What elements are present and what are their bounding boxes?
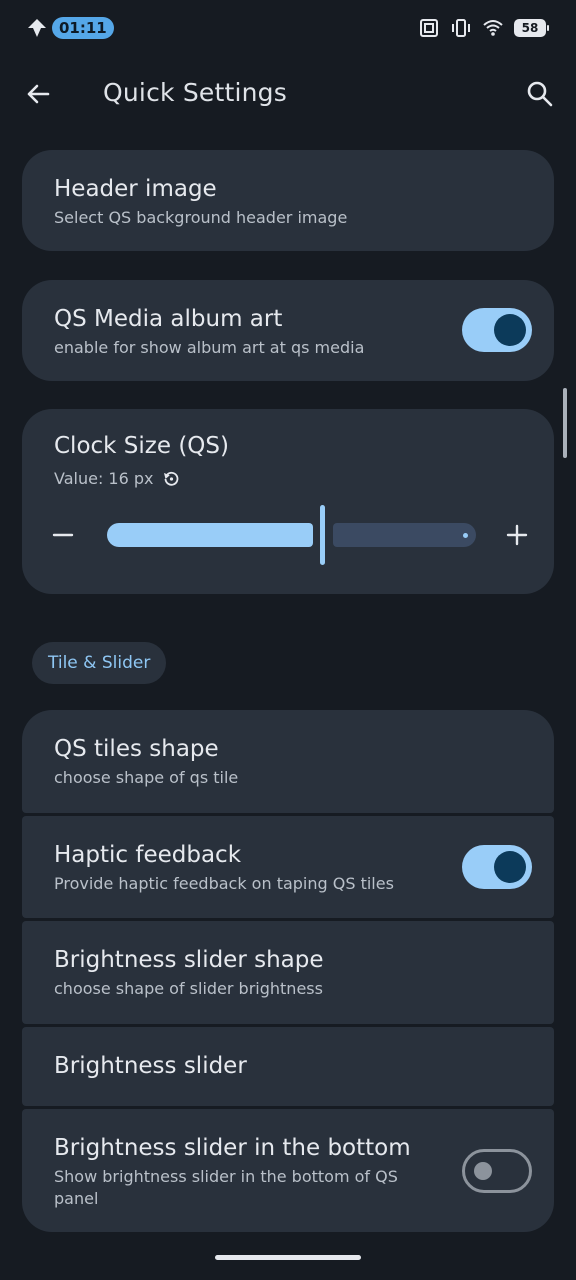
home-indicator[interactable] — [215, 1255, 361, 1260]
media-album-art-toggle[interactable] — [462, 308, 532, 352]
app-logo-icon — [28, 19, 46, 37]
header-image-setting[interactable]: Header image Select QS background header… — [22, 150, 554, 251]
arrow-left-icon[interactable] — [22, 78, 54, 110]
media-album-art-setting[interactable]: QS Media album art enable for show album… — [22, 280, 554, 381]
setting-subtitle: choose shape of slider brightness — [54, 979, 323, 998]
plus-icon[interactable] — [506, 521, 528, 549]
page-title: Quick Settings — [103, 78, 287, 107]
brightness-slider-setting[interactable]: Brightness slider — [22, 1027, 554, 1106]
setting-title: Brightness slider — [54, 1053, 247, 1079]
setting-title: Brightness slider shape — [54, 947, 324, 973]
battery-icon: 58 — [514, 19, 549, 37]
setting-subtitle: Select QS background header image — [54, 208, 348, 227]
nfc-icon — [420, 19, 438, 37]
clock-size-value: Value: 16 px — [54, 469, 154, 488]
minus-icon[interactable] — [52, 521, 74, 549]
status-bar: 01:11 58 — [0, 0, 576, 56]
toggle-knob — [494, 851, 526, 883]
toggle-knob — [494, 314, 526, 346]
setting-subtitle: choose shape of qs tile — [54, 768, 239, 787]
status-time: 01:11 — [52, 17, 114, 39]
vibrate-icon — [452, 19, 470, 37]
setting-subtitle-continued: panel — [54, 1189, 99, 1208]
section-label: Tile & Slider — [32, 642, 167, 684]
top-app-bar: Quick Settings — [0, 64, 576, 124]
brightness-slider-bottom-setting[interactable]: Brightness slider in the bottom Show bri… — [22, 1109, 554, 1232]
haptic-feedback-setting[interactable]: Haptic feedback Provide haptic feedback … — [22, 816, 554, 918]
brightness-slider-shape-setting[interactable]: Brightness slider shape choose shape of … — [22, 921, 554, 1024]
setting-title: QS tiles shape — [54, 736, 219, 762]
toggle-knob — [474, 1162, 492, 1180]
slider-stop-indicator — [463, 533, 468, 538]
search-icon[interactable] — [524, 78, 556, 110]
brightness-slider-bottom-toggle[interactable] — [462, 1149, 532, 1193]
haptic-feedback-toggle[interactable] — [462, 845, 532, 889]
history-icon[interactable] — [161, 469, 181, 489]
setting-title: Haptic feedback — [54, 842, 242, 868]
slider-active-track[interactable] — [107, 523, 313, 547]
setting-title: Clock Size (QS) — [54, 433, 229, 459]
setting-subtitle: Show brightness slider in the bottom of … — [54, 1167, 398, 1186]
setting-title: Header image — [54, 176, 217, 202]
setting-subtitle: enable for show album art at qs media — [54, 338, 365, 357]
scrollbar-thumb[interactable] — [563, 388, 567, 458]
qs-tiles-shape-setting[interactable]: QS tiles shape choose shape of qs tile — [22, 710, 554, 813]
setting-title: Brightness slider in the bottom — [54, 1135, 411, 1161]
slider-inactive-track[interactable] — [333, 523, 476, 547]
wifi-icon — [483, 20, 503, 36]
slider-thumb[interactable] — [320, 505, 325, 565]
setting-subtitle: Provide haptic feedback on taping QS til… — [54, 874, 394, 893]
setting-title: QS Media album art — [54, 306, 283, 332]
clock-size-setting: Clock Size (QS) Value: 16 px — [22, 409, 554, 594]
